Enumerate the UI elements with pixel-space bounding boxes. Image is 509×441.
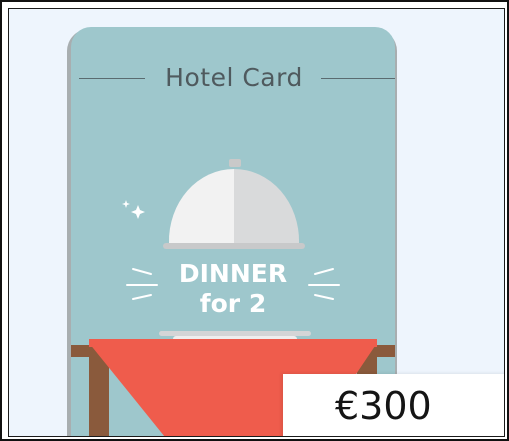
gallery-frame: Hotel Card DINNER for 2 €300	[0, 0, 509, 441]
cloche-icon	[163, 159, 305, 249]
price-value: €300	[335, 384, 432, 428]
offer-line-2: for 2	[199, 289, 267, 318]
price-tag: €300	[283, 374, 504, 436]
offer-text: DINNER for 2	[161, 259, 305, 319]
offer-line-1: DINNER	[178, 259, 288, 288]
card-panel: Hotel Card DINNER for 2 €300	[8, 8, 505, 437]
